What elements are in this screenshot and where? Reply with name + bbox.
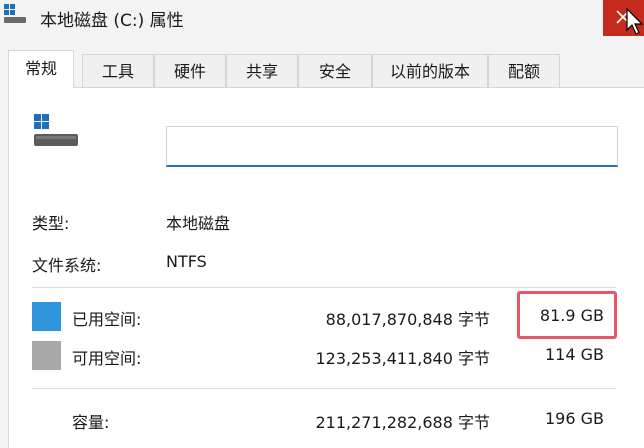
window-title: 本地磁盘 (C:) 属性 <box>40 11 184 31</box>
free-space-bytes: 123,253,411,840 字节 <box>315 349 490 368</box>
hard-drive-icon <box>34 114 80 154</box>
tab-quota[interactable]: 配额 <box>488 54 560 87</box>
free-space-swatch <box>32 341 61 370</box>
tab-sharing[interactable]: 共享 <box>226 54 298 87</box>
divider <box>32 388 616 389</box>
tab-strip: 常规 工具 硬件 共享 安全 以前的版本 配额 <box>8 50 560 88</box>
free-space-size: 114 GB <box>545 345 604 364</box>
tab-tools[interactable]: 工具 <box>82 54 154 87</box>
capacity-size: 196 GB <box>545 409 604 428</box>
used-space-bytes: 88,017,870,848 字节 <box>325 310 490 329</box>
capacity-label: 容量: <box>72 413 110 432</box>
type-label: 类型: <box>32 214 70 233</box>
tab-previous-versions[interactable]: 以前的版本 <box>372 54 488 87</box>
drive-name-input[interactable] <box>166 126 618 167</box>
used-space-label: 已用空间: <box>72 310 142 329</box>
windows-drive-icon <box>4 4 26 26</box>
tab-general[interactable]: 常规 <box>8 50 74 88</box>
title-bar: 本地磁盘 (C:) 属性 <box>0 0 644 38</box>
free-space-label: 可用空间: <box>72 349 142 368</box>
filesystem-label: 文件系统: <box>32 256 102 275</box>
capacity-bytes: 211,271,282,688 字节 <box>315 413 490 432</box>
tab-hardware[interactable]: 硬件 <box>154 54 226 87</box>
divider <box>32 287 616 288</box>
mouse-cursor-icon <box>626 8 644 35</box>
annotation-highlight-box <box>517 291 617 339</box>
type-value: 本地磁盘 <box>166 214 231 233</box>
used-space-swatch <box>32 302 61 331</box>
filesystem-value: NTFS <box>166 252 207 271</box>
tab-security[interactable]: 安全 <box>298 54 372 87</box>
